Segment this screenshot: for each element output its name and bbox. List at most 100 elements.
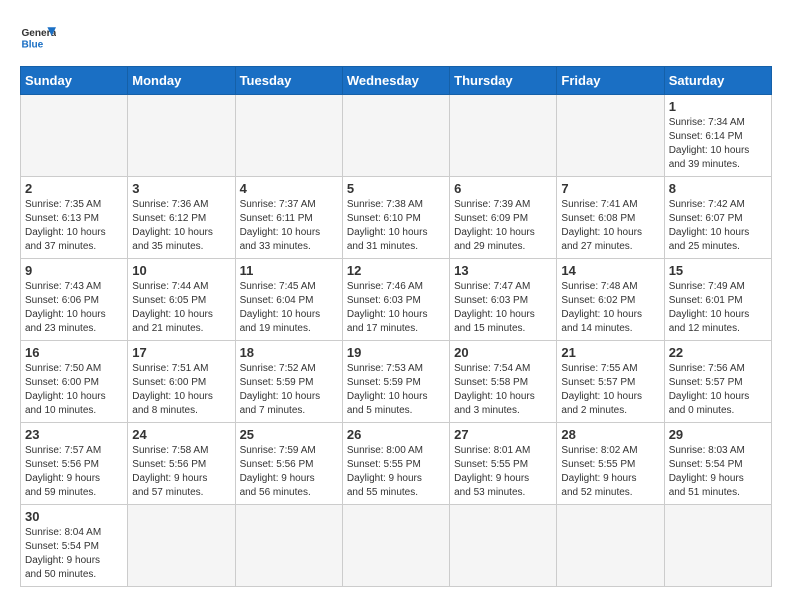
day-info: Sunrise: 8:02 AM Sunset: 5:55 PM Dayligh…: [561, 444, 659, 500]
day-number: 4: [240, 181, 338, 196]
calendar-cell: [128, 505, 235, 587]
day-number: 20: [454, 345, 552, 360]
calendar-cell: 22 Sunrise: 7:56 AM Sunset: 5:57 PM Dayli…: [664, 341, 771, 423]
calendar-cell: [557, 95, 664, 177]
calendar-cell: [450, 95, 557, 177]
day-number: 15: [669, 263, 767, 278]
calendar-cell: [21, 95, 128, 177]
day-number: 16: [25, 345, 123, 360]
calendar-cell: 15 Sunrise: 7:49 AM Sunset: 6:01 PM Dayli…: [664, 259, 771, 341]
weekday-sunday: Sunday: [21, 67, 128, 95]
day-number: 22: [669, 345, 767, 360]
day-number: 5: [347, 181, 445, 196]
calendar-row: 9Sunrise: 7:43 AM Sunset: 6:06 PM Daylig…: [21, 259, 772, 341]
day-number: 21: [561, 345, 659, 360]
day-number: 23: [25, 427, 123, 442]
day-number: 27: [454, 427, 552, 442]
day-info: Sunrise: 7:43 AM Sunset: 6:06 PM Dayligh…: [25, 280, 123, 336]
day-info: Sunrise: 7:53 AM Sunset: 5:59 PM Dayligh…: [347, 362, 445, 418]
calendar-cell: 26 Sunrise: 8:00 AM Sunset: 5:55 PM Dayli…: [342, 423, 449, 505]
day-number: 8: [669, 181, 767, 196]
calendar-cell: 4 Sunrise: 7:37 AM Sunset: 6:11 PM Daylig…: [235, 177, 342, 259]
calendar: SundayMondayTuesdayWednesdayThursdayFrid…: [20, 66, 772, 587]
calendar-cell: 16Sunrise: 7:50 AM Sunset: 6:00 PM Dayli…: [21, 341, 128, 423]
calendar-cell: 23 Sunrise: 7:57 AM Sunset: 5:56 PM Dayli…: [21, 423, 128, 505]
calendar-cell: 24Sunrise: 7:58 AM Sunset: 5:56 PM Dayli…: [128, 423, 235, 505]
logo-icon: General Blue: [20, 20, 56, 56]
weekday-wednesday: Wednesday: [342, 67, 449, 95]
calendar-cell: 6 Sunrise: 7:39 AM Sunset: 6:09 PM Daylig…: [450, 177, 557, 259]
calendar-cell: 18 Sunrise: 7:52 AM Sunset: 5:59 PM Dayli…: [235, 341, 342, 423]
day-info: Sunrise: 7:49 AM Sunset: 6:01 PM Dayligh…: [669, 280, 767, 336]
day-info: Sunrise: 7:51 AM Sunset: 6:00 PM Dayligh…: [132, 362, 230, 418]
calendar-cell: 14Sunrise: 7:48 AM Sunset: 6:02 PM Dayli…: [557, 259, 664, 341]
day-info: Sunrise: 7:39 AM Sunset: 6:09 PM Dayligh…: [454, 198, 552, 254]
day-number: 17: [132, 345, 230, 360]
day-info: Sunrise: 7:52 AM Sunset: 5:59 PM Dayligh…: [240, 362, 338, 418]
day-info: Sunrise: 8:01 AM Sunset: 5:55 PM Dayligh…: [454, 444, 552, 500]
calendar-cell: 12Sunrise: 7:46 AM Sunset: 6:03 PM Dayli…: [342, 259, 449, 341]
day-info: Sunrise: 7:58 AM Sunset: 5:56 PM Dayligh…: [132, 444, 230, 500]
day-info: Sunrise: 7:38 AM Sunset: 6:10 PM Dayligh…: [347, 198, 445, 254]
weekday-monday: Monday: [128, 67, 235, 95]
calendar-cell: 17 Sunrise: 7:51 AM Sunset: 6:00 PM Dayli…: [128, 341, 235, 423]
weekday-saturday: Saturday: [664, 67, 771, 95]
day-number: 13: [454, 263, 552, 278]
calendar-cell: 10Sunrise: 7:44 AM Sunset: 6:05 PM Dayli…: [128, 259, 235, 341]
calendar-cell: 21 Sunrise: 7:55 AM Sunset: 5:57 PM Dayli…: [557, 341, 664, 423]
header: General Blue: [20, 20, 772, 56]
day-number: 28: [561, 427, 659, 442]
calendar-cell: 29 Sunrise: 8:03 AM Sunset: 5:54 PM Dayli…: [664, 423, 771, 505]
calendar-row: 2 Sunrise: 7:35 AM Sunset: 6:13 PM Daylig…: [21, 177, 772, 259]
weekday-friday: Friday: [557, 67, 664, 95]
weekday-thursday: Thursday: [450, 67, 557, 95]
calendar-row: 30Sunrise: 8:04 AM Sunset: 5:54 PM Dayli…: [21, 505, 772, 587]
day-number: 3: [132, 181, 230, 196]
day-number: 2: [25, 181, 123, 196]
calendar-cell: 7 Sunrise: 7:41 AM Sunset: 6:08 PM Daylig…: [557, 177, 664, 259]
day-info: Sunrise: 7:37 AM Sunset: 6:11 PM Dayligh…: [240, 198, 338, 254]
weekday-tuesday: Tuesday: [235, 67, 342, 95]
calendar-cell: 25Sunrise: 7:59 AM Sunset: 5:56 PM Dayli…: [235, 423, 342, 505]
day-info: Sunrise: 7:57 AM Sunset: 5:56 PM Dayligh…: [25, 444, 123, 500]
day-number: 19: [347, 345, 445, 360]
day-info: Sunrise: 7:55 AM Sunset: 5:57 PM Dayligh…: [561, 362, 659, 418]
calendar-cell: 5 Sunrise: 7:38 AM Sunset: 6:10 PM Daylig…: [342, 177, 449, 259]
calendar-cell: [342, 505, 449, 587]
day-info: Sunrise: 7:46 AM Sunset: 6:03 PM Dayligh…: [347, 280, 445, 336]
calendar-cell: 1Sunrise: 7:34 AM Sunset: 6:14 PM Daylig…: [664, 95, 771, 177]
calendar-cell: 8Sunrise: 7:42 AM Sunset: 6:07 PM Daylig…: [664, 177, 771, 259]
day-info: Sunrise: 8:03 AM Sunset: 5:54 PM Dayligh…: [669, 444, 767, 500]
day-number: 6: [454, 181, 552, 196]
calendar-row: 1Sunrise: 7:34 AM Sunset: 6:14 PM Daylig…: [21, 95, 772, 177]
calendar-body: 1Sunrise: 7:34 AM Sunset: 6:14 PM Daylig…: [21, 95, 772, 587]
day-number: 11: [240, 263, 338, 278]
day-number: 26: [347, 427, 445, 442]
weekday-header: SundayMondayTuesdayWednesdayThursdayFrid…: [21, 67, 772, 95]
day-info: Sunrise: 7:45 AM Sunset: 6:04 PM Dayligh…: [240, 280, 338, 336]
day-info: Sunrise: 7:56 AM Sunset: 5:57 PM Dayligh…: [669, 362, 767, 418]
day-number: 30: [25, 509, 123, 524]
day-info: Sunrise: 8:00 AM Sunset: 5:55 PM Dayligh…: [347, 444, 445, 500]
logo: General Blue: [20, 20, 56, 56]
day-info: Sunrise: 7:34 AM Sunset: 6:14 PM Dayligh…: [669, 116, 767, 172]
calendar-row: 23 Sunrise: 7:57 AM Sunset: 5:56 PM Dayli…: [21, 423, 772, 505]
day-info: Sunrise: 7:54 AM Sunset: 5:58 PM Dayligh…: [454, 362, 552, 418]
calendar-cell: [557, 505, 664, 587]
calendar-cell: 28 Sunrise: 8:02 AM Sunset: 5:55 PM Dayli…: [557, 423, 664, 505]
svg-text:Blue: Blue: [21, 39, 43, 50]
day-number: 18: [240, 345, 338, 360]
calendar-cell: [450, 505, 557, 587]
day-number: 14: [561, 263, 659, 278]
calendar-row: 16Sunrise: 7:50 AM Sunset: 6:00 PM Dayli…: [21, 341, 772, 423]
day-number: 7: [561, 181, 659, 196]
calendar-cell: 27 Sunrise: 8:01 AM Sunset: 5:55 PM Dayli…: [450, 423, 557, 505]
day-info: Sunrise: 7:36 AM Sunset: 6:12 PM Dayligh…: [132, 198, 230, 254]
calendar-cell: 20 Sunrise: 7:54 AM Sunset: 5:58 PM Dayli…: [450, 341, 557, 423]
day-info: Sunrise: 7:44 AM Sunset: 6:05 PM Dayligh…: [132, 280, 230, 336]
day-info: Sunrise: 7:35 AM Sunset: 6:13 PM Dayligh…: [25, 198, 123, 254]
day-info: Sunrise: 7:41 AM Sunset: 6:08 PM Dayligh…: [561, 198, 659, 254]
day-number: 29: [669, 427, 767, 442]
calendar-cell: 19 Sunrise: 7:53 AM Sunset: 5:59 PM Dayli…: [342, 341, 449, 423]
day-info: Sunrise: 7:59 AM Sunset: 5:56 PM Dayligh…: [240, 444, 338, 500]
